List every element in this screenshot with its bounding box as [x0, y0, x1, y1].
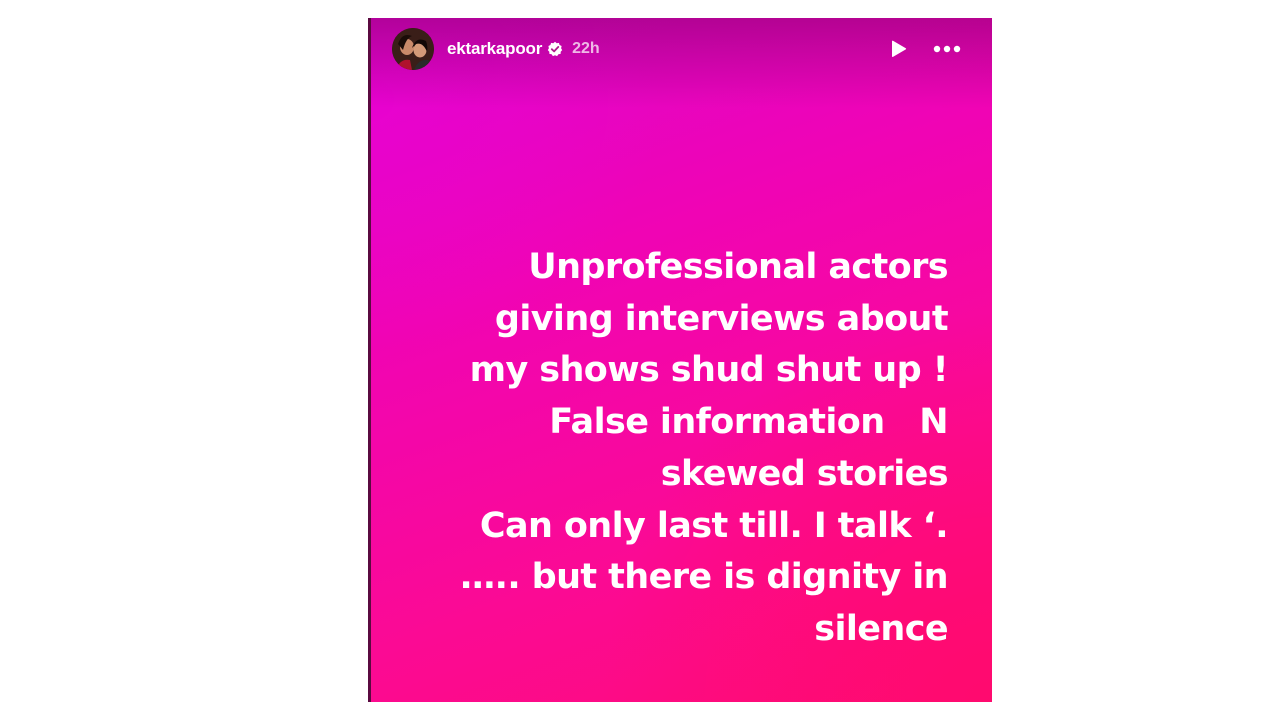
play-button[interactable] — [886, 37, 910, 61]
play-icon — [892, 40, 907, 58]
story-text-overlay: Unprofessional actors giving interviews … — [388, 242, 948, 656]
more-options-icon — [933, 45, 961, 53]
story-text-line: my shows shud shut up ! — [469, 350, 949, 391]
avatar-image — [392, 28, 434, 70]
story-text-line: False information N — [549, 402, 948, 443]
story-timestamp: 22h — [572, 40, 600, 57]
profile-avatar[interactable] — [392, 28, 434, 70]
story-text-line: skewed stories — [660, 453, 949, 494]
story-text-line: Can only last till. I talk ‘. — [479, 505, 949, 546]
story-text-line: silence — [814, 608, 948, 649]
story-text-line: giving interviews about — [494, 298, 949, 339]
more-options-button[interactable] — [932, 37, 962, 61]
story-username[interactable]: ektarkapoor — [447, 39, 542, 59]
story-viewer[interactable]: ektarkapoor 22h Unprofessional actors gi… — [368, 18, 992, 702]
story-header: ektarkapoor 22h — [392, 27, 962, 71]
story-text-line: Unprofessional actors — [528, 247, 948, 287]
verified-badge-icon — [547, 41, 563, 57]
story-text-line: ….. but there is dignity in — [460, 557, 948, 598]
